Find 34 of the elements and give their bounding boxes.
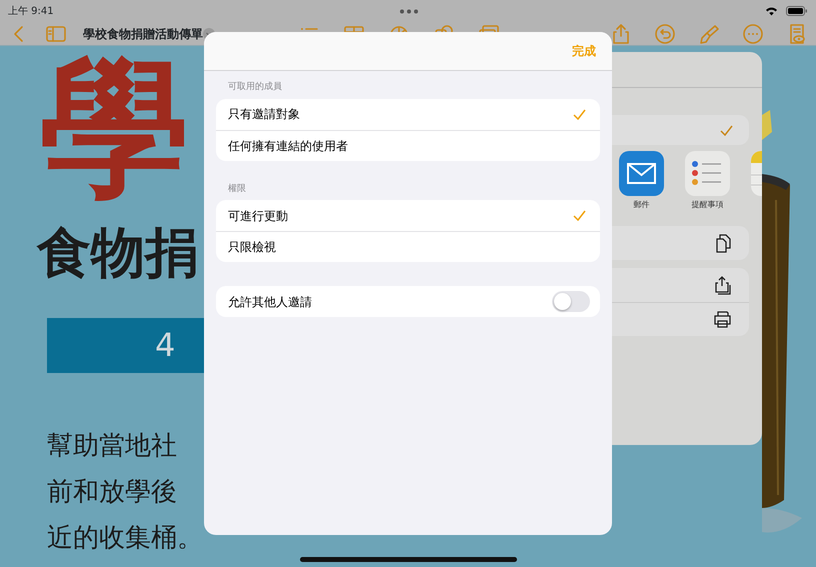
reminders-icon[interactable]: [685, 151, 730, 196]
body-text-line: 近的收集桶。: [47, 522, 203, 555]
section-header: 權限: [228, 182, 247, 196]
document-title: 學校食物捐贈活動傳單: [83, 26, 203, 42]
option-row[interactable]: 只限檢視: [216, 231, 600, 262]
app-label: 郵件: [634, 199, 650, 211]
body-text-line: 幫助當地社: [47, 430, 177, 463]
app-label: 提醒事項: [692, 199, 724, 211]
toggle-label: 允許其他人邀請: [228, 294, 312, 310]
section-header: 可取用的成員: [228, 81, 283, 94]
option-row[interactable]: 只有邀請對象: [216, 98, 600, 130]
printer-icon: [712, 309, 733, 330]
share-icon[interactable]: [610, 22, 632, 44]
checkmark-icon: [573, 108, 586, 120]
brush-icon[interactable]: [698, 22, 720, 44]
option-row[interactable]: 任何擁有連結的使用者: [216, 130, 600, 160]
option-label: 只有邀請對象: [228, 106, 300, 123]
mail-icon[interactable]: [619, 151, 664, 196]
checkmark-icon: [573, 210, 586, 221]
more-dots-icon[interactable]: [399, 8, 420, 14]
option-label: 只限檢視: [228, 239, 276, 256]
undo-icon[interactable]: [654, 22, 676, 44]
status-time: 上午 9:41: [8, 4, 54, 18]
flyer-title: 學: [40, 54, 190, 204]
toggle-switch[interactable]: [552, 291, 590, 312]
option-label: 可進行更動: [228, 208, 288, 224]
wifi-icon: [764, 6, 778, 16]
flyer-subtitle: 食物捐: [37, 226, 199, 280]
option-label: 任何擁有連結的使用者: [228, 138, 348, 154]
battery-icon: [786, 6, 808, 16]
body-text-line: 前和放學後: [47, 476, 177, 509]
more-icon[interactable]: [742, 22, 764, 44]
home-indicator[interactable]: [300, 557, 517, 562]
option-row[interactable]: 可進行更動: [216, 200, 600, 231]
